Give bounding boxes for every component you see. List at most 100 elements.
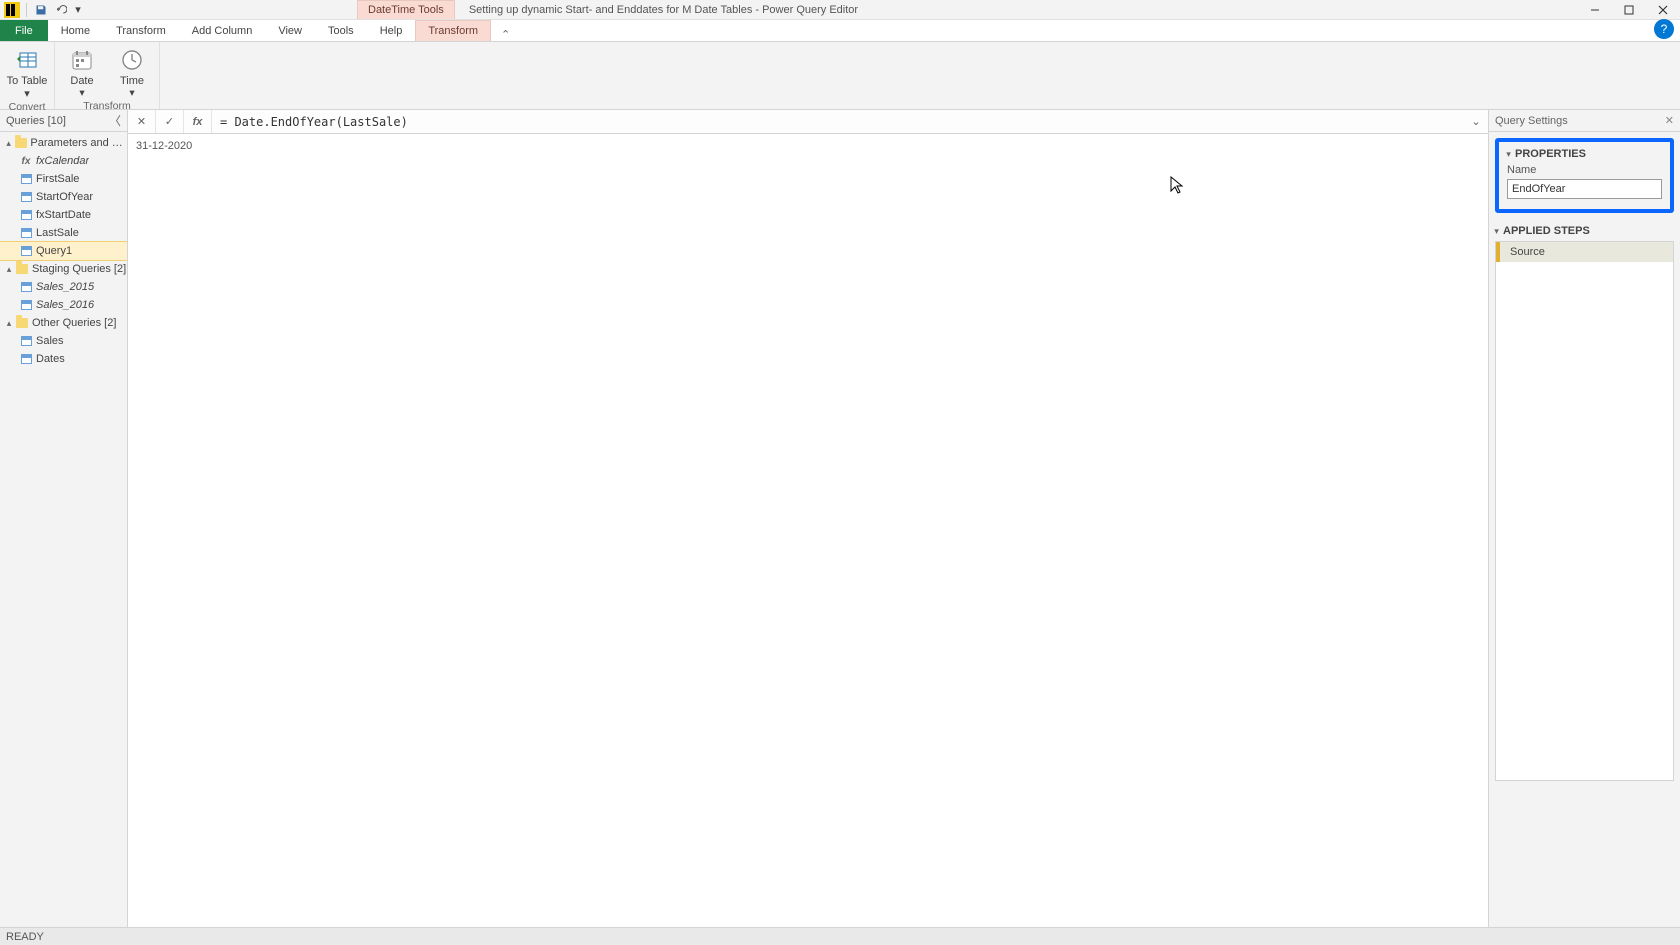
tab-add-column[interactable]: Add Column bbox=[179, 20, 266, 41]
time-button[interactable]: Time▾ bbox=[111, 44, 153, 99]
formula-commit-button[interactable]: ✓ bbox=[156, 110, 184, 133]
tab-file[interactable]: File bbox=[0, 20, 48, 41]
query-settings-body: PROPERTIES Name APPLIED STEPS Source bbox=[1489, 132, 1680, 927]
body: Queries [10] 〈 ▴Parameters and Fu...fxfx… bbox=[0, 110, 1680, 927]
window-controls bbox=[1578, 0, 1680, 20]
table-icon bbox=[19, 298, 33, 312]
titlebar: ▾ DateTime Tools Setting up dynamic Star… bbox=[0, 0, 1680, 20]
close-settings-icon[interactable]: ✕ bbox=[1665, 114, 1674, 127]
ribbon-group-convert: To Table ▾ Convert bbox=[0, 42, 55, 109]
status-bar: READY bbox=[0, 927, 1680, 945]
formula-input[interactable] bbox=[212, 110, 1464, 133]
queries-header: Queries [10] 〈 bbox=[0, 110, 127, 132]
time-label: Time▾ bbox=[120, 75, 144, 99]
query-item[interactable]: fxStartDate bbox=[0, 206, 127, 224]
table-icon bbox=[19, 208, 33, 222]
fx-icon: fx bbox=[19, 154, 33, 168]
help-icon[interactable]: ? bbox=[1654, 19, 1674, 39]
table-icon bbox=[19, 190, 33, 204]
query-item[interactable]: Sales_2016 bbox=[0, 296, 127, 314]
query-label: Query1 bbox=[36, 245, 72, 257]
maximize-button[interactable] bbox=[1612, 0, 1646, 20]
queries-tree: ▴Parameters and Fu...fxfxCalendarFirstSa… bbox=[0, 132, 127, 927]
query-item[interactable]: Sales bbox=[0, 332, 127, 350]
qat-dropdown-icon[interactable]: ▾ bbox=[73, 2, 83, 18]
name-input[interactable] bbox=[1507, 179, 1662, 199]
collapse-ribbon-icon[interactable]: ⌃ bbox=[495, 28, 516, 41]
name-label: Name bbox=[1507, 164, 1662, 176]
queries-group[interactable]: ▴ Staging Queries [2] bbox=[0, 260, 127, 278]
query-item[interactable]: fxfxCalendar bbox=[0, 152, 127, 170]
window-title: Setting up dynamic Start- and Enddates f… bbox=[469, 4, 1578, 16]
query-label: Dates bbox=[36, 353, 65, 365]
properties-title: PROPERTIES bbox=[1507, 148, 1662, 160]
queries-group[interactable]: ▴ Other Queries [2] bbox=[0, 314, 127, 332]
save-icon[interactable] bbox=[33, 2, 49, 18]
center-area: ✕ ✓ fx ⌄ 31-12-2020 bbox=[128, 110, 1488, 927]
quick-access-toolbar: ▾ bbox=[29, 2, 87, 18]
table-icon bbox=[19, 280, 33, 294]
group-label: Parameters and Fu... bbox=[30, 137, 127, 149]
applied-step[interactable]: Source bbox=[1496, 242, 1673, 262]
query-settings-header: Query Settings ✕ bbox=[1489, 110, 1680, 132]
folder-icon bbox=[15, 262, 29, 276]
query-item[interactable]: Query1 bbox=[0, 242, 127, 260]
formula-cancel-button[interactable]: ✕ bbox=[128, 110, 156, 133]
expand-icon[interactable]: ▴ bbox=[4, 138, 13, 149]
tab-context-transform[interactable]: Transform bbox=[415, 20, 491, 41]
query-settings-title: Query Settings bbox=[1495, 115, 1568, 127]
table-icon bbox=[19, 244, 33, 258]
query-item[interactable]: Sales_2015 bbox=[0, 278, 127, 296]
group-label: Staging Queries [2] bbox=[32, 263, 126, 275]
query-label: fxCalendar bbox=[36, 155, 89, 167]
expand-icon[interactable]: ▴ bbox=[4, 264, 14, 275]
query-label: fxStartDate bbox=[36, 209, 91, 221]
table-icon bbox=[19, 352, 33, 366]
applied-steps-list: Source bbox=[1495, 241, 1674, 781]
tab-view[interactable]: View bbox=[265, 20, 315, 41]
tab-transform[interactable]: Transform bbox=[103, 20, 179, 41]
query-item[interactable]: LastSale bbox=[0, 224, 127, 242]
close-button[interactable] bbox=[1646, 0, 1680, 20]
minimize-button[interactable] bbox=[1578, 0, 1612, 20]
collapse-queries-icon[interactable]: 〈 bbox=[109, 112, 121, 129]
preview-area: 31-12-2020 bbox=[128, 134, 1488, 927]
ribbon-group-transform: Date▾ Time▾ Transform bbox=[55, 42, 160, 109]
query-settings-pane: Query Settings ✕ PROPERTIES Name APPLIED… bbox=[1488, 110, 1680, 927]
query-item[interactable]: Dates bbox=[0, 350, 127, 368]
preview-value: 31-12-2020 bbox=[136, 140, 192, 152]
query-label: StartOfYear bbox=[36, 191, 93, 203]
separator bbox=[26, 3, 27, 17]
formula-fx-button[interactable]: fx bbox=[184, 110, 212, 133]
queries-group[interactable]: ▴ Parameters and Fu... bbox=[0, 134, 127, 152]
query-label: Sales_2016 bbox=[36, 299, 94, 311]
table-icon bbox=[19, 172, 33, 186]
undo-icon[interactable] bbox=[53, 2, 69, 18]
folder-icon bbox=[15, 316, 29, 330]
tab-home[interactable]: Home bbox=[48, 20, 103, 41]
query-label: LastSale bbox=[36, 227, 79, 239]
to-table-label: To Table ▾ bbox=[6, 75, 48, 100]
ribbon: To Table ▾ Convert Date▾ Time▾ bbox=[0, 42, 1680, 110]
query-label: Sales bbox=[36, 335, 64, 347]
queries-header-label: Queries [10] bbox=[6, 115, 66, 127]
tab-help[interactable]: Help bbox=[367, 20, 416, 41]
properties-section: PROPERTIES Name bbox=[1495, 138, 1674, 213]
date-label: Date▾ bbox=[70, 75, 93, 99]
table-icon bbox=[19, 334, 33, 348]
date-button[interactable]: Date▾ bbox=[61, 44, 103, 99]
to-table-icon bbox=[13, 46, 41, 74]
tab-tools[interactable]: Tools bbox=[315, 20, 367, 41]
to-table-button[interactable]: To Table ▾ bbox=[6, 44, 48, 100]
expand-icon[interactable]: ▴ bbox=[4, 318, 14, 329]
folder-icon bbox=[14, 136, 27, 150]
applied-steps-title: APPLIED STEPS bbox=[1495, 225, 1674, 237]
table-icon bbox=[19, 226, 33, 240]
group-label: Other Queries [2] bbox=[32, 317, 116, 329]
formula-bar: ✕ ✓ fx ⌄ bbox=[128, 110, 1488, 134]
query-item[interactable]: StartOfYear bbox=[0, 188, 127, 206]
formula-expand-icon[interactable]: ⌄ bbox=[1464, 115, 1488, 128]
query-item[interactable]: FirstSale bbox=[0, 170, 127, 188]
ribbon-tabs: File Home Transform Add Column View Tool… bbox=[0, 20, 1680, 42]
app-icon bbox=[4, 2, 20, 18]
